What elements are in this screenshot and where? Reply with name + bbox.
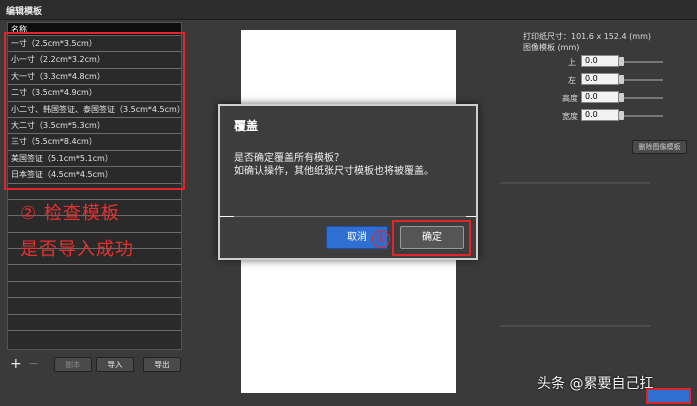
annotation-step1-marker: ① — [372, 230, 390, 248]
width-slider-handle[interactable] — [619, 111, 624, 120]
height-field[interactable]: 0.0 — [581, 91, 619, 103]
annotation-box-ok — [392, 220, 471, 256]
remove-icon[interactable]: — — [29, 356, 38, 372]
list-item-empty: - — [8, 315, 181, 332]
delete-image-template-button[interactable]: 删除图像模板 — [632, 140, 687, 154]
top-label: 上 — [568, 58, 576, 67]
export-button[interactable]: 导出 — [143, 357, 181, 372]
width-slider[interactable] — [621, 115, 663, 117]
height-slider[interactable] — [621, 97, 663, 99]
dialog-header — [220, 106, 476, 140]
annotation-step2-line1: ② 检查模板 — [20, 203, 120, 224]
top-field[interactable]: 0.0 — [581, 55, 619, 67]
height-slider-handle[interactable] — [619, 93, 624, 102]
left-label: 左 — [568, 76, 576, 85]
list-item-empty: - — [8, 282, 181, 299]
annotation-box-list — [4, 32, 185, 190]
settings-divider — [500, 182, 650, 184]
left-slider[interactable] — [621, 79, 663, 81]
list-toolbar: + — 副本 导入 导出 — [7, 356, 187, 374]
image-template-label: 图像模板 (mm) — [523, 43, 580, 52]
dialog-title: 覆盖 — [234, 119, 259, 133]
copy-button[interactable]: 副本 — [54, 357, 92, 372]
add-icon[interactable]: + — [10, 356, 22, 372]
dialog-message-line2: 如确认操作，其他纸张尺寸模板也将被覆盖。 — [234, 166, 434, 177]
dialog-message: 是否确定覆盖所有模板？ 如确认操作，其他纸张尺寸模板也将被覆盖。 — [234, 152, 464, 178]
window-title: 编辑模板 — [6, 7, 43, 17]
watermark: 头条 @累要自己扛 — [537, 376, 654, 392]
paper-size-label: 打印纸尺寸：101.6 x 152.4 (mm) — [523, 32, 651, 41]
height-label: 高度 — [562, 94, 578, 103]
dialog-message-line1: 是否确定覆盖所有模板？ — [234, 153, 344, 164]
settings-divider — [500, 325, 650, 327]
annotation-step2-line2: 是否导入成功 — [20, 239, 134, 260]
width-label: 宽度 — [562, 112, 578, 121]
dialog-body: 是否确定覆盖所有模板？ 如确认操作，其他纸张尺寸模板也将被覆盖。 — [220, 140, 476, 216]
import-button[interactable]: 导入 — [96, 357, 134, 372]
left-field[interactable]: 0.0 — [581, 73, 619, 85]
left-slider-handle[interactable] — [619, 75, 624, 84]
width-field[interactable]: 0.0 — [581, 109, 619, 121]
list-item-empty: - — [8, 298, 181, 315]
window-titlebar: 编辑模板 — [0, 0, 697, 20]
list-item-empty: - — [8, 265, 181, 282]
top-slider-handle[interactable] — [619, 57, 624, 66]
top-slider[interactable] — [621, 61, 663, 63]
